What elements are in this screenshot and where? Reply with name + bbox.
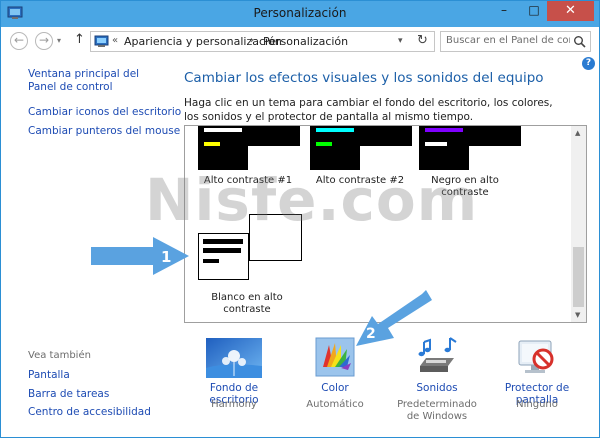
close-button[interactable]: ✕	[547, 1, 594, 21]
preview-text-bar	[425, 142, 447, 146]
color-value: Automático	[306, 399, 364, 410]
annotation-arrow-1: 1	[91, 237, 189, 275]
preview-title-bar	[425, 128, 463, 132]
breadcrumb-item-personalization[interactable]: Personalización	[263, 35, 348, 48]
preview-title-bar	[204, 128, 242, 132]
screen-saver-value: Ninguno	[516, 399, 558, 410]
sounds-value: Predeterminado de Windows	[397, 399, 477, 422]
sidebar-link-desktop-icons[interactable]: Cambiar iconos del escritorio	[28, 106, 181, 119]
address-bar[interactable]: « Apariencia y personalización › Persona…	[90, 31, 435, 52]
preview-text-bar	[203, 248, 241, 253]
forward-button[interactable]: →	[35, 32, 53, 50]
theme-high-contrast-2-preview[interactable]	[310, 126, 360, 170]
refresh-icon[interactable]: ↻	[417, 33, 428, 48]
scroll-up-icon[interactable]: ▲	[575, 129, 580, 137]
page-title: Cambiar los efectos visuales y los sonid…	[184, 70, 544, 86]
page-description: Haga clic en un tema para cambiar el fon…	[184, 97, 553, 123]
back-button[interactable]: ←	[10, 32, 28, 50]
annotation-number-2: 2	[366, 326, 376, 342]
theme-high-contrast-2-window	[360, 126, 412, 146]
preview-text-bar	[316, 142, 332, 146]
help-icon[interactable]: ?	[582, 57, 595, 70]
sounds-icon[interactable]	[414, 336, 460, 378]
personalization-window: Personalización – □ ✕ ← → ▾ ↑ « Aparienc…	[0, 0, 600, 438]
see-also-link-taskbar[interactable]: Barra de tareas	[28, 388, 109, 401]
theme-high-contrast-black-window	[469, 126, 521, 146]
color-link[interactable]: Color	[297, 382, 373, 394]
breadcrumb-separator[interactable]: «	[112, 35, 118, 46]
navigation-bar: ← → ▾ ↑ « Apariencia y personalización ›…	[1, 27, 599, 55]
search-box[interactable]	[440, 31, 591, 52]
sounds-link[interactable]: Sonidos	[397, 382, 477, 394]
theme-high-contrast-1-window	[248, 126, 300, 146]
control-panel-icon	[94, 35, 109, 47]
annotation-number-1: 1	[161, 248, 171, 266]
see-also-heading: Vea también	[28, 350, 91, 361]
screen-saver-icon[interactable]	[515, 337, 557, 377]
recent-locations-icon[interactable]: ▾	[57, 36, 61, 45]
desktop-background-icon[interactable]	[206, 338, 262, 378]
color-palette-icon[interactable]	[315, 337, 355, 377]
desktop-background-value: Harmony	[211, 399, 257, 410]
watermark-text: Nisfe.com	[145, 166, 479, 234]
scrollbar-thumb[interactable]	[573, 247, 584, 307]
search-input[interactable]	[446, 35, 570, 46]
breadcrumb-separator[interactable]: ›	[250, 35, 254, 46]
title-bar[interactable]: Personalización – □ ✕	[1, 1, 599, 27]
theme-high-contrast-1-preview[interactable]	[198, 126, 248, 170]
sidebar-link-mouse-pointers[interactable]: Cambiar punteros del mouse	[28, 125, 180, 138]
theme-high-contrast-black-preview[interactable]	[419, 126, 469, 170]
address-dropdown-icon[interactable]: ▾	[398, 36, 403, 46]
preview-text-bar	[203, 259, 219, 263]
minimize-button[interactable]: –	[490, 1, 518, 21]
maximize-button[interactable]: □	[520, 1, 548, 21]
theme-high-contrast-white-preview[interactable]	[198, 233, 249, 280]
up-button[interactable]: ↑	[74, 32, 85, 47]
scroll-down-icon[interactable]: ▼	[575, 311, 580, 319]
theme-label-high-contrast-white[interactable]: Blanco en alto contraste	[192, 292, 302, 316]
see-also-link-accessibility[interactable]: Centro de accesibilidad	[28, 406, 151, 419]
see-also-link-display[interactable]: Pantalla	[28, 369, 70, 382]
breadcrumb-item-appearance[interactable]: Apariencia y personalización	[124, 35, 282, 48]
sidebar-link-control-panel-home[interactable]: Ventana principal del Panel de control	[28, 68, 168, 94]
preview-text-bar	[204, 142, 220, 146]
preview-title-bar	[316, 128, 354, 132]
search-icon[interactable]	[573, 35, 586, 48]
preview-title-bar	[203, 239, 243, 244]
